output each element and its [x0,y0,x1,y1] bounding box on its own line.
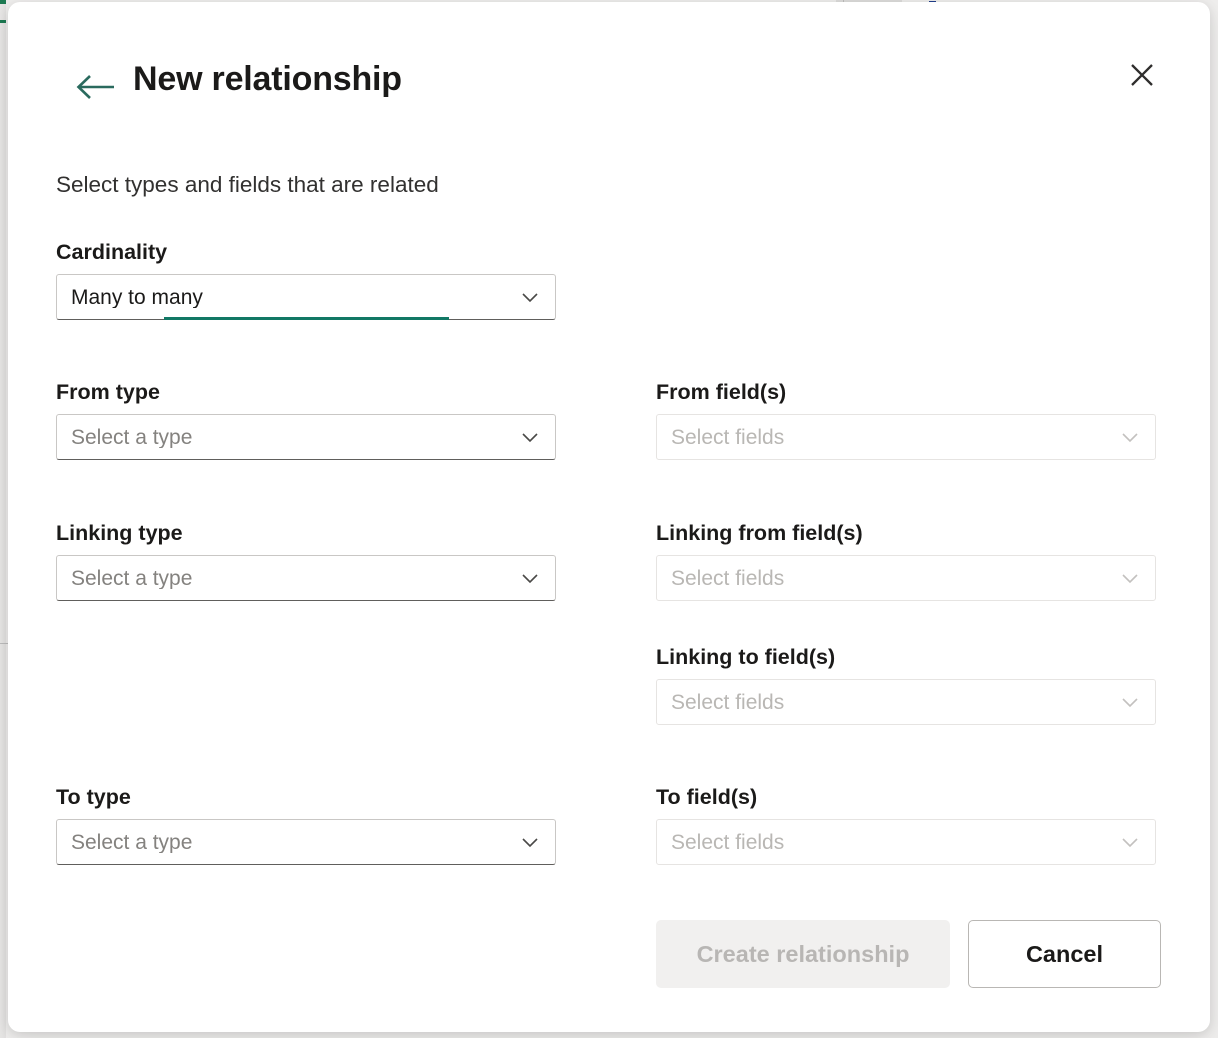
cancel-button[interactable]: Cancel [968,920,1161,988]
field-group-linking-from-fields: Linking from field(s) Select fields [656,521,1156,601]
from-type-value: Select a type [71,427,519,448]
field-group-linking-to-fields: Linking to field(s) Select fields [656,645,1156,725]
from-type-label: From type [56,380,556,405]
to-type-value: Select a type [71,832,519,853]
from-fields-select[interactable]: Select fields [656,414,1156,460]
page-title: New relationship [133,60,402,99]
linking-type-value: Select a type [71,568,519,589]
dialog-actions: Create relationship Cancel [656,920,1161,988]
linking-from-fields-value: Select fields [671,568,1119,589]
chevron-down-icon [519,831,541,853]
to-fields-label: To field(s) [656,785,1156,810]
back-button[interactable] [70,64,120,112]
field-group-cardinality: Cardinality Many to many [56,240,556,320]
dialog-header: New relationship [8,2,1210,142]
close-icon [1128,61,1156,92]
linking-to-fields-label: Linking to field(s) [656,645,1156,670]
cardinality-select[interactable]: Many to many [56,274,556,320]
chevron-down-icon [519,567,541,589]
linking-to-fields-value: Select fields [671,692,1119,713]
cardinality-value: Many to many [71,287,519,308]
field-group-linking-type: Linking type Select a type [56,521,556,601]
cardinality-label: Cardinality [56,240,556,265]
chevron-down-icon [1119,426,1141,448]
to-fields-value: Select fields [671,832,1119,853]
linking-to-fields-select[interactable]: Select fields [656,679,1156,725]
linking-type-label: Linking type [56,521,556,546]
chevron-down-icon [1119,567,1141,589]
new-relationship-dialog: New relationship Select types and fields… [8,2,1210,1032]
to-fields-select[interactable]: Select fields [656,819,1156,865]
chevron-down-icon [519,426,541,448]
from-fields-label: From field(s) [656,380,1156,405]
cardinality-focus-underline [164,317,449,320]
linking-from-fields-label: Linking from field(s) [656,521,1156,546]
field-group-from-fields: From field(s) Select fields [656,380,1156,460]
close-button[interactable] [1118,52,1166,100]
field-group-from-type: From type Select a type [56,380,556,460]
arrow-left-icon [74,73,116,104]
chevron-down-icon [519,286,541,308]
backdrop-left-strip [0,0,6,1038]
field-group-to-fields: To field(s) Select fields [656,785,1156,865]
linking-from-fields-select[interactable]: Select fields [656,555,1156,601]
from-fields-value: Select fields [671,427,1119,448]
create-relationship-button[interactable]: Create relationship [656,920,950,988]
backdrop-accent-mark-top [0,0,6,4]
from-type-select[interactable]: Select a type [56,414,556,460]
chevron-down-icon [1119,831,1141,853]
to-type-select[interactable]: Select a type [56,819,556,865]
to-type-label: To type [56,785,556,810]
field-group-to-type: To type Select a type [56,785,556,865]
backdrop-accent-mark-second [0,20,6,23]
linking-type-select[interactable]: Select a type [56,555,556,601]
chevron-down-icon [1119,691,1141,713]
dialog-subtitle: Select types and fields that are related [56,172,439,198]
